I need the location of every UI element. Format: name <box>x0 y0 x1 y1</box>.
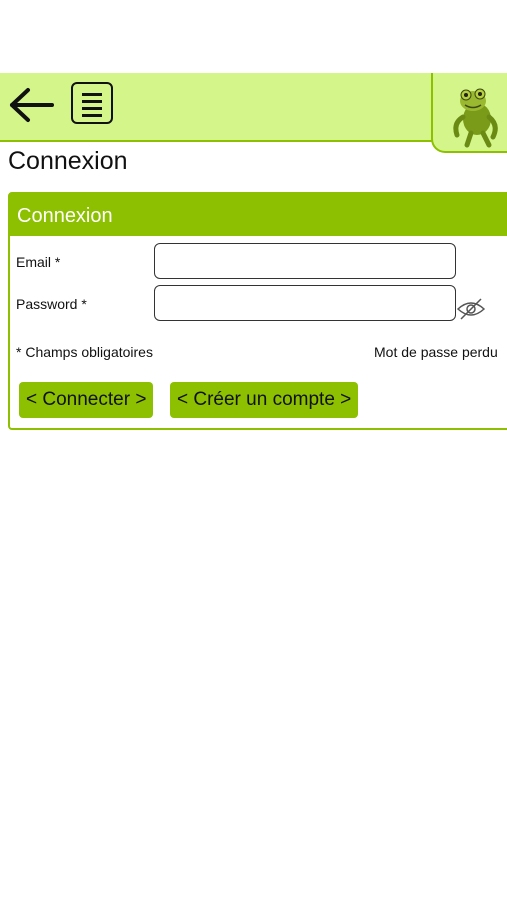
menu-icon-line <box>82 114 102 117</box>
email-label: Email * <box>16 254 61 270</box>
forgot-password-link[interactable]: Mot de passe perdu <box>374 344 498 360</box>
login-panel-header: Connexion <box>10 194 507 236</box>
eye-slash-icon <box>456 298 486 320</box>
logo-container[interactable] <box>431 73 507 153</box>
arrow-left-icon <box>10 88 54 122</box>
app-screen: Connexion Connexion Email * Password * *… <box>0 0 507 900</box>
document-menu-icon <box>82 93 102 96</box>
menu-icon-line <box>82 107 102 110</box>
page-title: Connexion <box>8 147 128 175</box>
email-field[interactable] <box>154 243 456 279</box>
create-account-button[interactable]: < Créer un compte > <box>170 382 359 418</box>
menu-icon-line <box>82 100 102 103</box>
back-button[interactable] <box>8 86 56 124</box>
required-fields-note: * Champs obligatoires <box>16 344 153 360</box>
password-visibility-toggle[interactable] <box>456 297 486 321</box>
menu-button[interactable] <box>71 82 113 124</box>
password-field[interactable] <box>154 285 456 321</box>
connect-button[interactable]: < Connecter > <box>19 382 154 418</box>
login-panel-title: Connexion <box>17 205 113 227</box>
password-label: Password * <box>16 296 87 312</box>
frog-mascot-logo <box>453 88 498 148</box>
